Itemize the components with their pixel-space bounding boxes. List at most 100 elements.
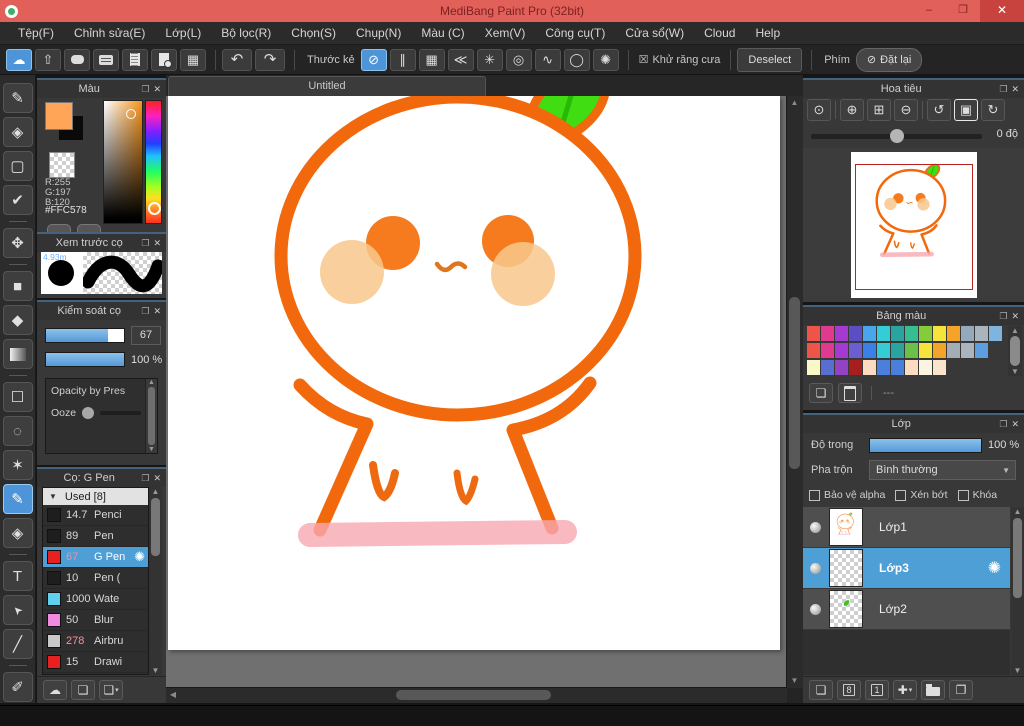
divide-tool[interactable]: ╱ xyxy=(2,629,33,659)
move-tool[interactable]: ✥ xyxy=(2,228,33,258)
palette-swatch[interactable] xyxy=(961,326,974,341)
palette-swatch[interactable] xyxy=(891,326,904,341)
menu-item-5[interactable]: Chụp(N) xyxy=(346,22,411,44)
canvas-settings-button[interactable]: ▦ xyxy=(180,48,206,71)
cloud-sync-button[interactable]: ☁ xyxy=(6,48,32,71)
palette-swatch[interactable] xyxy=(905,360,918,375)
palette-swatch[interactable] xyxy=(849,343,862,358)
palette-swatch[interactable] xyxy=(905,326,918,341)
brush-menu-button[interactable]: ❏ ▾ xyxy=(99,680,123,700)
close-icon[interactable]: ✕ xyxy=(1011,311,1019,322)
popout-icon[interactable]: ❐ xyxy=(141,306,149,317)
palette-swatch[interactable] xyxy=(947,343,960,358)
layer-visibility-icon[interactable] xyxy=(810,562,821,574)
operation-tool[interactable]: ➤ xyxy=(2,595,33,625)
scroll-down-icon[interactable]: ▼ xyxy=(1011,367,1019,376)
menu-item-11[interactable]: Help xyxy=(745,22,790,44)
fit-window-button[interactable]: ⊞ xyxy=(867,99,891,121)
palette-swatch[interactable] xyxy=(905,343,918,358)
close-icon[interactable]: ✕ xyxy=(1011,84,1019,95)
horizontal-scrollbar[interactable]: ◀ xyxy=(166,687,787,703)
palette-swatch[interactable] xyxy=(891,343,904,358)
maximize-button[interactable]: ❐ xyxy=(946,0,980,22)
polyline-brush-tool[interactable]: ✔ xyxy=(2,185,33,215)
zoom-in-button[interactable]: ⊕ xyxy=(840,99,864,121)
popout-icon[interactable]: ❐ xyxy=(999,84,1007,95)
vertical-scrollbar[interactable]: ▲ ▼ xyxy=(786,96,803,688)
zoom-actual-button[interactable]: ⊙ xyxy=(807,99,831,121)
layer-checkbox-2[interactable]: Khóa xyxy=(957,489,997,501)
add-special-layer-button[interactable]: ✚ ▾ xyxy=(893,680,917,700)
scroll-down-icon[interactable]: ▼ xyxy=(1014,666,1022,675)
rotate-right-button[interactable]: ↻ xyxy=(981,99,1005,121)
palette-swatch[interactable] xyxy=(863,326,876,341)
reset-key-button[interactable]: ⊘ Đặt lại xyxy=(855,47,923,72)
gear-icon[interactable]: ✺ xyxy=(988,558,1001,578)
brush-row[interactable]: 14.7 Penci xyxy=(43,505,148,526)
zoom-out-button[interactable]: ⊖ xyxy=(894,99,918,121)
rotate-left-button[interactable]: ↺ xyxy=(927,99,951,121)
menu-item-4[interactable]: Chọn(S) xyxy=(281,22,346,44)
gear-icon[interactable]: ✺ xyxy=(134,549,145,565)
scrollbar-thumb[interactable] xyxy=(1010,336,1020,366)
add-8bit-layer-button[interactable]: 8 xyxy=(837,680,861,700)
brush-row[interactable]: 89 Pen xyxy=(43,526,148,547)
ruler-ellipse-button[interactable]: ◯ xyxy=(563,48,590,71)
close-icon[interactable]: ✕ xyxy=(153,306,161,317)
eyedropper-tool[interactable]: ✐ xyxy=(2,672,33,702)
viewport-rectangle[interactable] xyxy=(855,164,973,290)
close-icon[interactable]: ✕ xyxy=(153,84,161,95)
add-layer-button[interactable]: ❏ xyxy=(809,680,833,700)
menu-item-7[interactable]: Xem(V) xyxy=(475,22,536,44)
layer-opacity-slider[interactable] xyxy=(869,437,982,453)
rotation-slider-knob[interactable] xyxy=(889,129,904,143)
transparent-color-swatch[interactable] xyxy=(49,152,75,178)
brush-row[interactable]: 50 Blur xyxy=(43,610,148,631)
cloud-upload-button[interactable]: ☁ xyxy=(43,680,67,700)
palette-swatch[interactable] xyxy=(919,360,932,375)
brush-row[interactable]: 10 Pen ( xyxy=(43,568,148,589)
popout-icon[interactable]: ❐ xyxy=(999,311,1007,322)
upload-button[interactable]: ⇧ xyxy=(35,48,61,71)
ruler-curve-button[interactable]: ∿ xyxy=(534,48,561,71)
menu-item-9[interactable]: Cửa sổ(W) xyxy=(615,22,694,44)
palette-swatch[interactable] xyxy=(807,360,820,375)
layer-row[interactable]: Lớp1 xyxy=(803,507,1010,548)
scroll-down-icon[interactable]: ▼ xyxy=(148,446,155,453)
brush-row[interactable]: 15 Drawi xyxy=(43,652,148,673)
layer-row[interactable]: Lớp2 xyxy=(803,589,1010,630)
navigator-canvas-thumbnail[interactable] xyxy=(851,152,977,298)
select-pen-tool[interactable]: ✎ xyxy=(2,484,33,514)
canvas-viewport[interactable] xyxy=(166,96,787,688)
palette-swatch[interactable] xyxy=(849,360,862,375)
ruler-parallel-button[interactable]: ∥ xyxy=(389,48,416,71)
brush-row[interactable]: 67 G Pen ✺ xyxy=(43,547,148,568)
figure-brush-tool[interactable]: ▢ xyxy=(2,151,33,181)
brush-size-value[interactable]: 67 xyxy=(131,326,161,345)
delete-color-button[interactable] xyxy=(838,383,862,403)
magic-wand-tool[interactable]: ✶ xyxy=(2,450,33,480)
scroll-up-icon[interactable]: ▲ xyxy=(148,379,155,386)
rotation-slider[interactable] xyxy=(811,129,982,143)
document-button[interactable] xyxy=(122,48,148,71)
gradient-tool[interactable] xyxy=(2,339,33,369)
layer-visibility-icon[interactable] xyxy=(810,603,821,615)
palette-swatch[interactable] xyxy=(877,343,890,358)
ruler-off-button[interactable]: ⊘ xyxy=(360,48,387,71)
palette-swatch[interactable] xyxy=(849,326,862,341)
menu-item-3[interactable]: Bộ lọc(R) xyxy=(211,22,281,44)
palette-swatch[interactable] xyxy=(863,360,876,375)
close-button[interactable]: ✕ xyxy=(980,0,1024,22)
brush-tool[interactable]: ✎ xyxy=(2,83,33,113)
palette-swatch[interactable] xyxy=(933,326,946,341)
popout-icon[interactable]: ❐ xyxy=(141,238,149,249)
palette-swatch[interactable] xyxy=(975,343,988,358)
add-1bit-layer-button[interactable]: 1 xyxy=(865,680,889,700)
saturation-picker[interactable] xyxy=(103,100,143,224)
brush-opacity-slider[interactable] xyxy=(45,352,125,367)
palette-swatch[interactable] xyxy=(933,343,946,358)
new-brush-button[interactable]: ❏ xyxy=(71,680,95,700)
scroll-up-icon[interactable]: ▲ xyxy=(1011,326,1019,335)
document-tab[interactable]: Untitled xyxy=(168,76,486,96)
scroll-left-icon[interactable]: ◀ xyxy=(166,688,180,702)
